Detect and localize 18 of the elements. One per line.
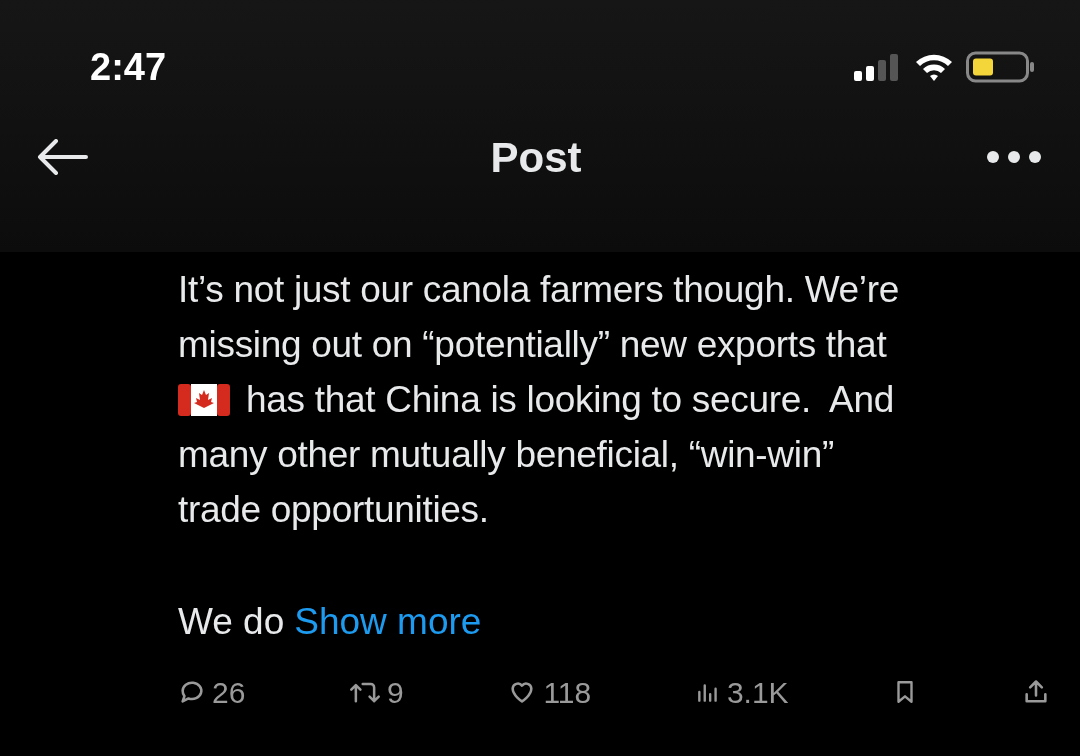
post-text: has that China is looking to secure. And: [246, 377, 894, 422]
more-icon: [986, 150, 1042, 164]
views-button[interactable]: 3.1K: [694, 667, 789, 717]
wifi-icon: [914, 52, 954, 82]
post-text: trade opportunities.: [178, 487, 489, 532]
post-text: many other mutually beneficial, “win-win”: [178, 432, 834, 477]
reply-button[interactable]: 26: [178, 667, 246, 717]
battery-icon: [966, 51, 1036, 83]
post-text: missing out on “potentially” new exports that: [178, 322, 887, 367]
post-text: We do: [178, 599, 285, 644]
header-title: Post: [490, 132, 582, 183]
post-text: It’s not just our canola farmers though. We’re: [178, 267, 900, 312]
status-time: 2:47: [90, 44, 167, 90]
repost-button[interactable]: 9: [349, 667, 404, 717]
show-more-link[interactable]: Show more: [294, 593, 482, 650]
back-arrow-icon: [36, 139, 88, 175]
like-button[interactable]: 118: [507, 667, 592, 717]
speech-bubble-icon: [178, 678, 206, 706]
